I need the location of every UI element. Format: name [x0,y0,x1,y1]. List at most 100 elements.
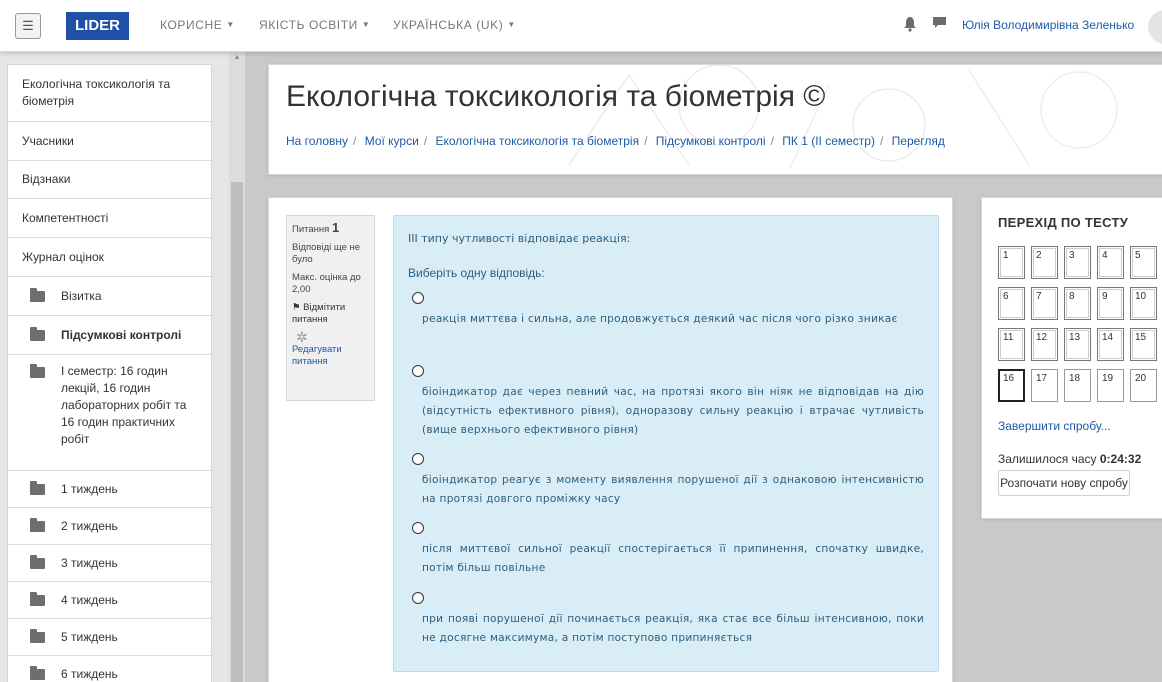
brand-logo[interactable]: LIDER [66,12,129,40]
breadcrumb-my-courses[interactable]: Мої курси [365,134,419,148]
breadcrumb-section[interactable]: Підсумкові контролі [656,134,766,148]
drawer-folder-week-1[interactable]: 1 тиждень [8,471,211,508]
menu-korysne[interactable]: КОРИСНЕ ▼ [160,18,235,32]
flag-question-button[interactable]: ⚑ Відмітити питання [292,302,369,326]
answer-option-2[interactable]: біоіндикатор дає через певний час, на пр… [412,365,924,440]
menu-icon[interactable]: ☰ [15,13,41,39]
answer-text: при появі порушеної дії починається реак… [422,613,924,644]
drawer-item-course[interactable]: Екологічна токсикологія та біометрія [8,65,211,122]
question-button-13[interactable]: 13 [1064,328,1091,361]
user-menu[interactable]: Юлія Володимирівна Зеленько [962,18,1134,32]
drawer-folder-week-2[interactable]: 2 тиждень [8,508,211,545]
breadcrumb-separator: / [644,134,648,148]
question-button-16[interactable]: 16 [998,369,1025,402]
question-number-value: 1 [331,220,340,235]
drawer-folder-vizytka[interactable]: Візитка [8,277,211,316]
drawer-folder-week-4[interactable]: 4 тиждень [8,582,211,619]
radio-button[interactable] [412,522,424,534]
scroll-up-icon[interactable]: ▲ [231,54,243,61]
question-button-9[interactable]: 9 [1097,287,1124,320]
drawer-item-label: Журнал оцінок [22,249,104,264]
folder-icon [30,628,45,643]
drawer-folder-final-controls[interactable]: Підсумкові контролі [8,316,211,355]
gear-icon: ✲ [296,329,308,345]
finish-attempt-link[interactable]: Завершити спробу... [998,419,1111,433]
answer-text: реакція миттєва і сильна, але продовжуєт… [422,313,898,325]
nav-drawer: Екологічна токсикологія та біометрія Уча… [0,52,229,682]
question-button-14[interactable]: 14 [1097,328,1124,361]
answer-option-1[interactable]: реакція миттєва і сильна, але продовжуєт… [412,292,924,329]
folder-icon [30,364,45,378]
drawer-folder-week-3[interactable]: 3 тиждень [8,545,211,582]
flag-icon: ⚑ [292,302,301,313]
drawer-folder-week-6[interactable]: 6 тиждень [8,656,211,682]
drawer-item-competencies[interactable]: Компетентності [8,199,211,238]
answer-option-3[interactable]: біоіндикатор реагує з моменту виявлення … [412,453,924,509]
menu-yakist-osvity[interactable]: ЯКІСТЬ ОСВІТИ ▼ [259,18,370,32]
folder-icon [30,326,45,341]
drawer-item-label: Підсумкові контролі [61,327,182,342]
new-attempt-button[interactable]: Розпочати нову спробу [998,470,1130,496]
bell-icon[interactable] [903,16,917,36]
drawer-panel: Екологічна токсикологія та біометрія Уча… [7,64,212,682]
question-button-8[interactable]: 8 [1064,287,1091,320]
timer-label: Залишилося часу [998,452,1097,466]
question-text: ІІІ типу чутливості відповідає реакція: [408,232,631,245]
breadcrumb-separator: / [879,134,884,148]
avatar[interactable] [1148,10,1162,44]
quiz-navigation: ПЕРЕХІД ПО ТЕСТУ 1 2 3 4 5 6 7 8 9 10 11 12 13 14 15 16… [981,197,1162,519]
top-navbar: ☰ LIDER КОРИСНЕ ▼ ЯКІСТЬ ОСВІТИ ▼ УКРАЇНСЬ… [0,0,1162,52]
question-button-12[interactable]: 12 [1031,328,1058,361]
question-button-10[interactable]: 10 [1130,287,1157,320]
messages-icon[interactable] [932,16,947,34]
breadcrumb-home[interactable]: На головну [286,134,348,148]
radio-button[interactable] [412,453,424,465]
breadcrumb-course[interactable]: Екологічна токсикологія та біометрія [436,134,640,148]
question-button-11[interactable]: 11 [998,328,1025,361]
question-button-19[interactable]: 19 [1097,369,1124,402]
time-remaining: Залишилося часу 0:24:32 [998,452,1141,466]
answer-option-5[interactable]: при появі порушеної дії починається реак… [412,592,924,648]
radio-button[interactable] [412,365,424,377]
answer-text: біоіндикатор дає через певний час, на пр… [422,386,924,436]
drawer-item-label: Відзнаки [22,172,71,186]
breadcrumb-current[interactable]: Перегляд [892,134,945,148]
question-button-2[interactable]: 2 [1031,246,1058,279]
menu-language[interactable]: УКРАЇНСЬКА (UK) ▼ [393,18,516,32]
question-status: Відповіді ще не було [292,242,361,265]
breadcrumb-separator: / [423,134,428,148]
question-button-5[interactable]: 5 [1130,246,1157,279]
drawer-scrollbar-thumb[interactable] [231,182,243,682]
question-formulation: ІІІ типу чутливості відповідає реакція: … [393,215,939,672]
drawer-item-label: Учасники [22,133,74,148]
question-button-4[interactable]: 4 [1097,246,1124,279]
question-button-1[interactable]: 1 [998,246,1025,279]
drawer-item-label: 5 тиждень [61,629,118,644]
question-button-7[interactable]: 7 [1031,287,1058,320]
breadcrumb: На головну / Мої курси / Екологічна токсик… [286,134,945,148]
drawer-item-badges[interactable]: Відзнаки [8,161,211,199]
drawer-item-label: Компетентності [22,210,109,225]
menu-label: УКРАЇНСЬКА (UK) [393,18,504,32]
answer-option-4[interactable]: після миттєвої сильної реакції спостеріг… [412,522,924,578]
question-button-20[interactable]: 20 [1130,369,1157,402]
caret-down-icon: ▼ [226,20,235,29]
question-button-17[interactable]: 17 [1031,369,1058,402]
menu-label: ЯКІСТЬ ОСВІТИ [259,18,358,32]
drawer-item-participants[interactable]: Учасники [8,122,211,161]
question-button-15[interactable]: 15 [1130,328,1157,361]
drawer-item-label: 2 тиждень [61,518,118,533]
drawer-folder-week-5[interactable]: 5 тиждень [8,619,211,656]
answer-text: після миттєвої сильної реакції спостеріг… [422,543,924,574]
drawer-item-label: I семестр: 16 годин лекцій, 16 годин лаб… [61,364,187,446]
drawer-folder-semester[interactable]: I семестр: 16 годин лекцій, 16 годин лаб… [8,355,211,471]
radio-button[interactable] [412,292,424,304]
radio-button[interactable] [412,592,424,604]
question-button-6[interactable]: 6 [998,287,1025,320]
question-button-18[interactable]: 18 [1064,369,1091,402]
drawer-item-grades[interactable]: Журнал оцінок [8,238,211,277]
breadcrumb-quiz[interactable]: ПК 1 (ІІ семестр) [782,134,875,148]
question-info: Питання 1 Відповіді ще не було Макс. оці… [286,215,375,401]
question-button-3[interactable]: 3 [1064,246,1091,279]
edit-question-link[interactable]: Редагувати питання [292,344,369,368]
